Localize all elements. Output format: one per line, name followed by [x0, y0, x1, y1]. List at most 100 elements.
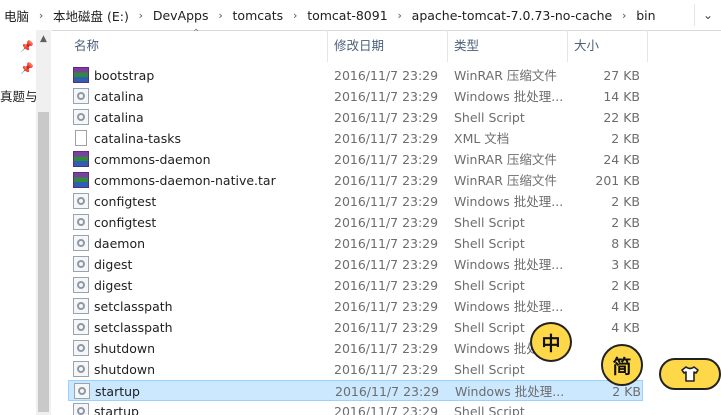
file-size: 27 KB: [603, 68, 640, 83]
script-file-icon: [73, 319, 89, 335]
file-size: 2 KB: [611, 194, 640, 209]
nav-item-label[interactable]: 真题与: [0, 86, 38, 105]
file-modified-date: 2016/11/7 23:29: [334, 257, 439, 272]
file-type: Shell Script: [454, 362, 525, 377]
chevron-right-icon[interactable]: ›: [392, 9, 408, 22]
file-name: startup: [94, 404, 139, 415]
file-row[interactable]: bootstrap 2016/11/7 23:29 WinRAR 压缩文件 27 KB: [68, 65, 643, 86]
file-type: Shell Script: [454, 110, 525, 125]
chevron-right-icon[interactable]: ›: [213, 9, 229, 22]
script-file-icon: [74, 383, 90, 399]
column-header: ⌃ 名称 修改日期 类型 大小: [52, 28, 721, 62]
file-type: Shell Script: [454, 278, 525, 293]
column-name[interactable]: 名称: [68, 30, 328, 62]
script-file-icon: [73, 361, 89, 377]
file-row[interactable]: catalina 2016/11/7 23:29 Shell Script 22 KB: [68, 107, 643, 128]
file-row[interactable]: commons-daemon-native.tar 2016/11/7 23:29…: [68, 170, 643, 191]
breadcrumb-devapps[interactable]: DevApps: [149, 8, 213, 23]
file-row[interactable]: catalina 2016/11/7 23:29 Windows 批处理... 14 …: [68, 86, 643, 107]
file-modified-date: 2016/11/7 23:29: [334, 362, 439, 377]
document-icon: [75, 130, 87, 146]
chevron-right-icon[interactable]: ›: [287, 9, 303, 22]
file-type: WinRAR 压缩文件: [454, 152, 557, 167]
column-date[interactable]: 修改日期: [328, 30, 448, 62]
file-name: commons-daemon: [94, 152, 211, 167]
file-size: 2 KB: [611, 131, 640, 146]
file-modified-date: 2016/11/7 23:29: [334, 152, 439, 167]
chevron-right-icon[interactable]: ›: [133, 9, 149, 22]
file-row[interactable]: shutdown 2016/11/7 23:29 Shell Script: [68, 359, 643, 380]
file-name: setclasspath: [94, 299, 173, 314]
breadcrumb-tomcats[interactable]: tomcats: [229, 8, 288, 23]
chevron-right-icon[interactable]: ›: [616, 9, 632, 22]
chevron-down-icon[interactable]: ⌄: [694, 4, 721, 26]
file-row[interactable]: commons-daemon 2016/11/7 23:29 WinRAR 压缩文件…: [68, 149, 643, 170]
column-type[interactable]: 类型: [448, 30, 568, 62]
file-size: 22 KB: [603, 110, 640, 125]
file-modified-date: 2016/11/7 23:29: [334, 89, 439, 104]
file-modified-date: 2016/11/7 23:29: [334, 110, 439, 125]
script-file-icon: [73, 109, 89, 125]
file-row[interactable]: catalina-tasks 2016/11/7 23:29 XML 文档 2 KB: [68, 128, 643, 149]
navigation-pane: 📌 📌 真题与 ▲: [0, 30, 52, 415]
script-file-icon: [73, 256, 89, 272]
breadcrumb-computer[interactable]: 电脑: [0, 6, 33, 25]
file-modified-date: 2016/11/7 23:29: [334, 341, 439, 356]
file-modified-date: 2016/11/7 23:29: [334, 278, 439, 293]
breadcrumb-drive[interactable]: 本地磁盘 (E:): [49, 6, 133, 25]
file-type: WinRAR 压缩文件: [454, 68, 557, 83]
breadcrumb-tomcat-8091[interactable]: tomcat-8091: [303, 8, 391, 23]
script-file-icon: [73, 214, 89, 230]
scroll-up-arrow-icon[interactable]: ▲: [36, 34, 51, 44]
file-modified-date: 2016/11/7 23:29: [334, 131, 439, 146]
column-size[interactable]: 大小: [568, 30, 648, 62]
file-modified-date: 2016/11/7 23:29: [334, 299, 439, 314]
file-name: digest: [94, 257, 133, 272]
file-type: Windows 批处: [454, 341, 539, 356]
file-row[interactable]: setclasspath 2016/11/7 23:29 Windows 批处理..…: [68, 296, 643, 317]
breadcrumb: 电脑 › 本地磁盘 (E:) › DevApps › tomcats › tom…: [0, 0, 691, 30]
file-name: daemon: [94, 236, 146, 251]
file-type: WinRAR 压缩文件: [454, 173, 557, 188]
pin-icon[interactable]: 📌: [20, 62, 34, 76]
breadcrumb-apache-tomcat[interactable]: apache-tomcat-7.0.73-no-cache: [408, 8, 617, 23]
file-row[interactable]: daemon 2016/11/7 23:29 Shell Script 8 KB: [68, 233, 643, 254]
script-file-icon: [73, 298, 89, 314]
ime-skin-button[interactable]: [659, 358, 721, 390]
file-modified-date: 2016/11/7 23:29: [334, 404, 439, 415]
file-name: catalina-tasks: [94, 131, 181, 146]
file-row[interactable]: digest 2016/11/7 23:29 Shell Script 2 KB: [68, 275, 643, 296]
pin-icon[interactable]: 📌: [20, 40, 34, 54]
ime-simplified-button[interactable]: 简: [601, 344, 643, 386]
file-row[interactable]: startup 2016/11/7 23:29 Shell Script: [68, 401, 643, 415]
file-row[interactable]: digest 2016/11/7 23:29 Windows 批处理... 3 KB: [68, 254, 643, 275]
ime-chinese-mode-button[interactable]: 中: [530, 322, 572, 362]
file-row[interactable]: configtest 2016/11/7 23:29 Shell Script 2 K…: [68, 212, 643, 233]
script-file-icon: [73, 340, 89, 356]
file-type: Shell Script: [454, 320, 525, 335]
winrar-archive-icon: [73, 172, 89, 188]
file-modified-date: 2016/11/7 23:29: [334, 215, 439, 230]
file-size: 4 KB: [611, 299, 640, 314]
script-file-icon: [73, 235, 89, 251]
scrollbar-thumb[interactable]: [38, 112, 49, 412]
file-name: bootstrap: [94, 68, 155, 83]
chevron-right-icon[interactable]: ›: [33, 9, 49, 22]
file-row[interactable]: configtest 2016/11/7 23:29 Windows 批处理... 2…: [68, 191, 643, 212]
file-type: Shell Script: [454, 404, 525, 415]
file-type: Shell Script: [454, 215, 525, 230]
file-name: startup: [95, 384, 140, 399]
file-size: 2 KB: [611, 215, 640, 230]
file-size: 24 KB: [603, 152, 640, 167]
breadcrumb-bin[interactable]: bin: [632, 8, 659, 23]
file-name: shutdown: [94, 341, 155, 356]
file-modified-date: 2016/11/7 23:29: [334, 236, 439, 251]
file-row[interactable]: startup 2016/11/7 23:29 Windows 批处理... 2 KB: [68, 380, 643, 401]
address-bar[interactable]: 电脑 › 本地磁盘 (E:) › DevApps › tomcats › tom…: [0, 0, 721, 31]
file-type: XML 文档: [454, 131, 510, 146]
script-file-icon: [73, 88, 89, 104]
nav-scrollbar[interactable]: ▲: [36, 30, 51, 415]
file-modified-date: 2016/11/7 23:29: [334, 68, 439, 83]
file-name: catalina: [94, 89, 144, 104]
file-name: commons-daemon-native.tar: [94, 173, 276, 188]
